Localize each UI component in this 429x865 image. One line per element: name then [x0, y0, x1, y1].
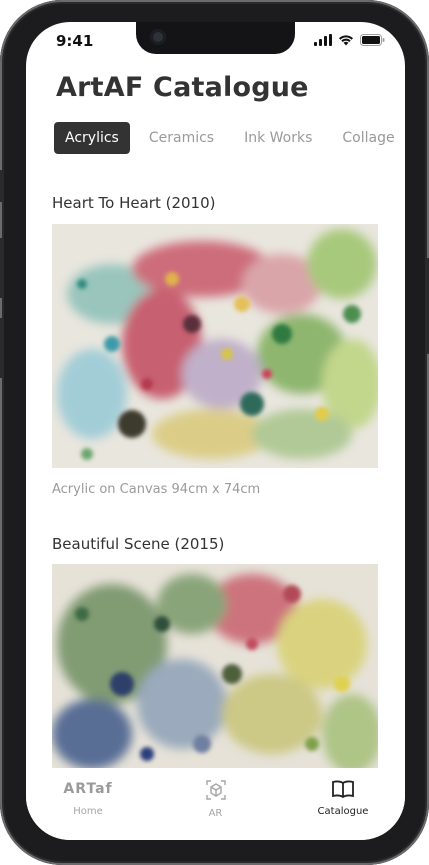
- ar-cube-icon: [205, 780, 226, 800]
- tabbar-catalogue[interactable]: Catalogue: [307, 768, 379, 840]
- tab-collage[interactable]: Collage: [331, 122, 405, 154]
- battery-icon: [360, 34, 385, 46]
- mute-switch: [0, 170, 3, 202]
- screen: 9:41 ArtAF Catalogue Acrylics Ceramics I…: [26, 22, 405, 840]
- cellular-signal-icon: [314, 34, 332, 46]
- artwork-painting: [52, 564, 378, 768]
- artwork-image[interactable]: [52, 564, 378, 768]
- artaf-logo: ARTaf: [63, 781, 113, 797]
- tabbar-ar[interactable]: AR: [180, 768, 252, 840]
- artwork-title: Beautiful Scene (2015): [52, 535, 225, 553]
- open-book-icon: [332, 780, 354, 799]
- tabbar-home-label: Home: [73, 806, 103, 817]
- tab-acrylics[interactable]: Acrylics: [54, 122, 130, 154]
- volume-up-button: [0, 238, 3, 298]
- tabbar-home[interactable]: ARTaf Home: [52, 768, 124, 840]
- tab-ink-works[interactable]: Ink Works: [233, 122, 323, 154]
- bottom-tab-bar: ARTaf Home AR Catalogue: [26, 768, 405, 840]
- artwork-painting: [52, 224, 378, 468]
- notch: [136, 22, 295, 54]
- front-camera: [150, 29, 166, 45]
- status-time: 9:41: [56, 32, 94, 50]
- artwork-image[interactable]: [52, 224, 378, 468]
- wifi-icon: [339, 35, 353, 46]
- tabbar-catalogue-label: Catalogue: [317, 806, 369, 817]
- artwork-caption: Acrylic on Canvas 94cm x 74cm: [52, 482, 261, 497]
- category-tabs: Acrylics Ceramics Ink Works Collage: [54, 122, 405, 154]
- page-title: ArtAF Catalogue: [56, 72, 309, 103]
- phone-frame: 9:41 ArtAF Catalogue Acrylics Ceramics I…: [0, 0, 429, 865]
- artwork-title: Heart To Heart (2010): [52, 194, 216, 212]
- tabbar-ar-label: AR: [208, 808, 223, 819]
- volume-down-button: [0, 318, 3, 378]
- status-icons: [314, 34, 385, 46]
- tab-ceramics[interactable]: Ceramics: [138, 122, 225, 154]
